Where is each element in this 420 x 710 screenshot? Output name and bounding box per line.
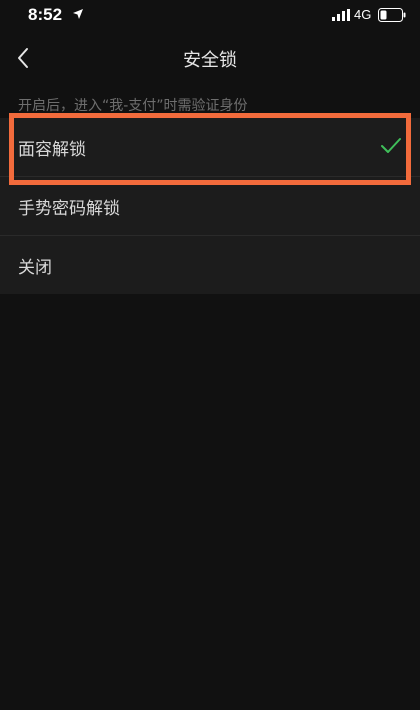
status-time: 8:52 — [28, 5, 63, 24]
battery-icon — [378, 8, 406, 22]
option-label: 关闭 — [18, 258, 52, 278]
hint-text: 开启后，进入“我-支付”时需验证身份 — [18, 98, 248, 114]
option-label: 手势密码解锁 — [18, 199, 120, 219]
location-arrow-icon — [73, 9, 83, 19]
network-type: 4G — [354, 7, 372, 22]
unlock-option-list: 面容解锁 手势密码解锁 关闭 — [0, 118, 420, 294]
checkmark-icon — [381, 138, 401, 153]
option-gesture-password-unlock[interactable]: 手势密码解锁 — [0, 177, 420, 236]
option-face-unlock[interactable]: 面容解锁 — [0, 118, 420, 177]
status-bar: 8:52 4G — [0, 0, 420, 32]
option-off[interactable]: 关闭 — [0, 236, 420, 294]
page-title: 安全锁 — [183, 50, 237, 71]
option-label: 面容解锁 — [18, 140, 86, 160]
cellular-signal-icon — [332, 9, 350, 21]
navigation-bar: 安全锁 — [0, 36, 420, 80]
